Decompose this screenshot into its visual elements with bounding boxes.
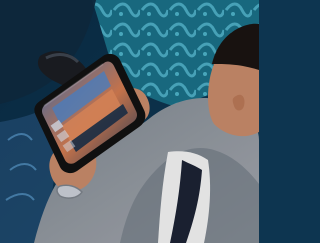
photo-scene: [0, 0, 259, 243]
vignette: [0, 0, 259, 243]
scene-illustration: [0, 0, 259, 243]
